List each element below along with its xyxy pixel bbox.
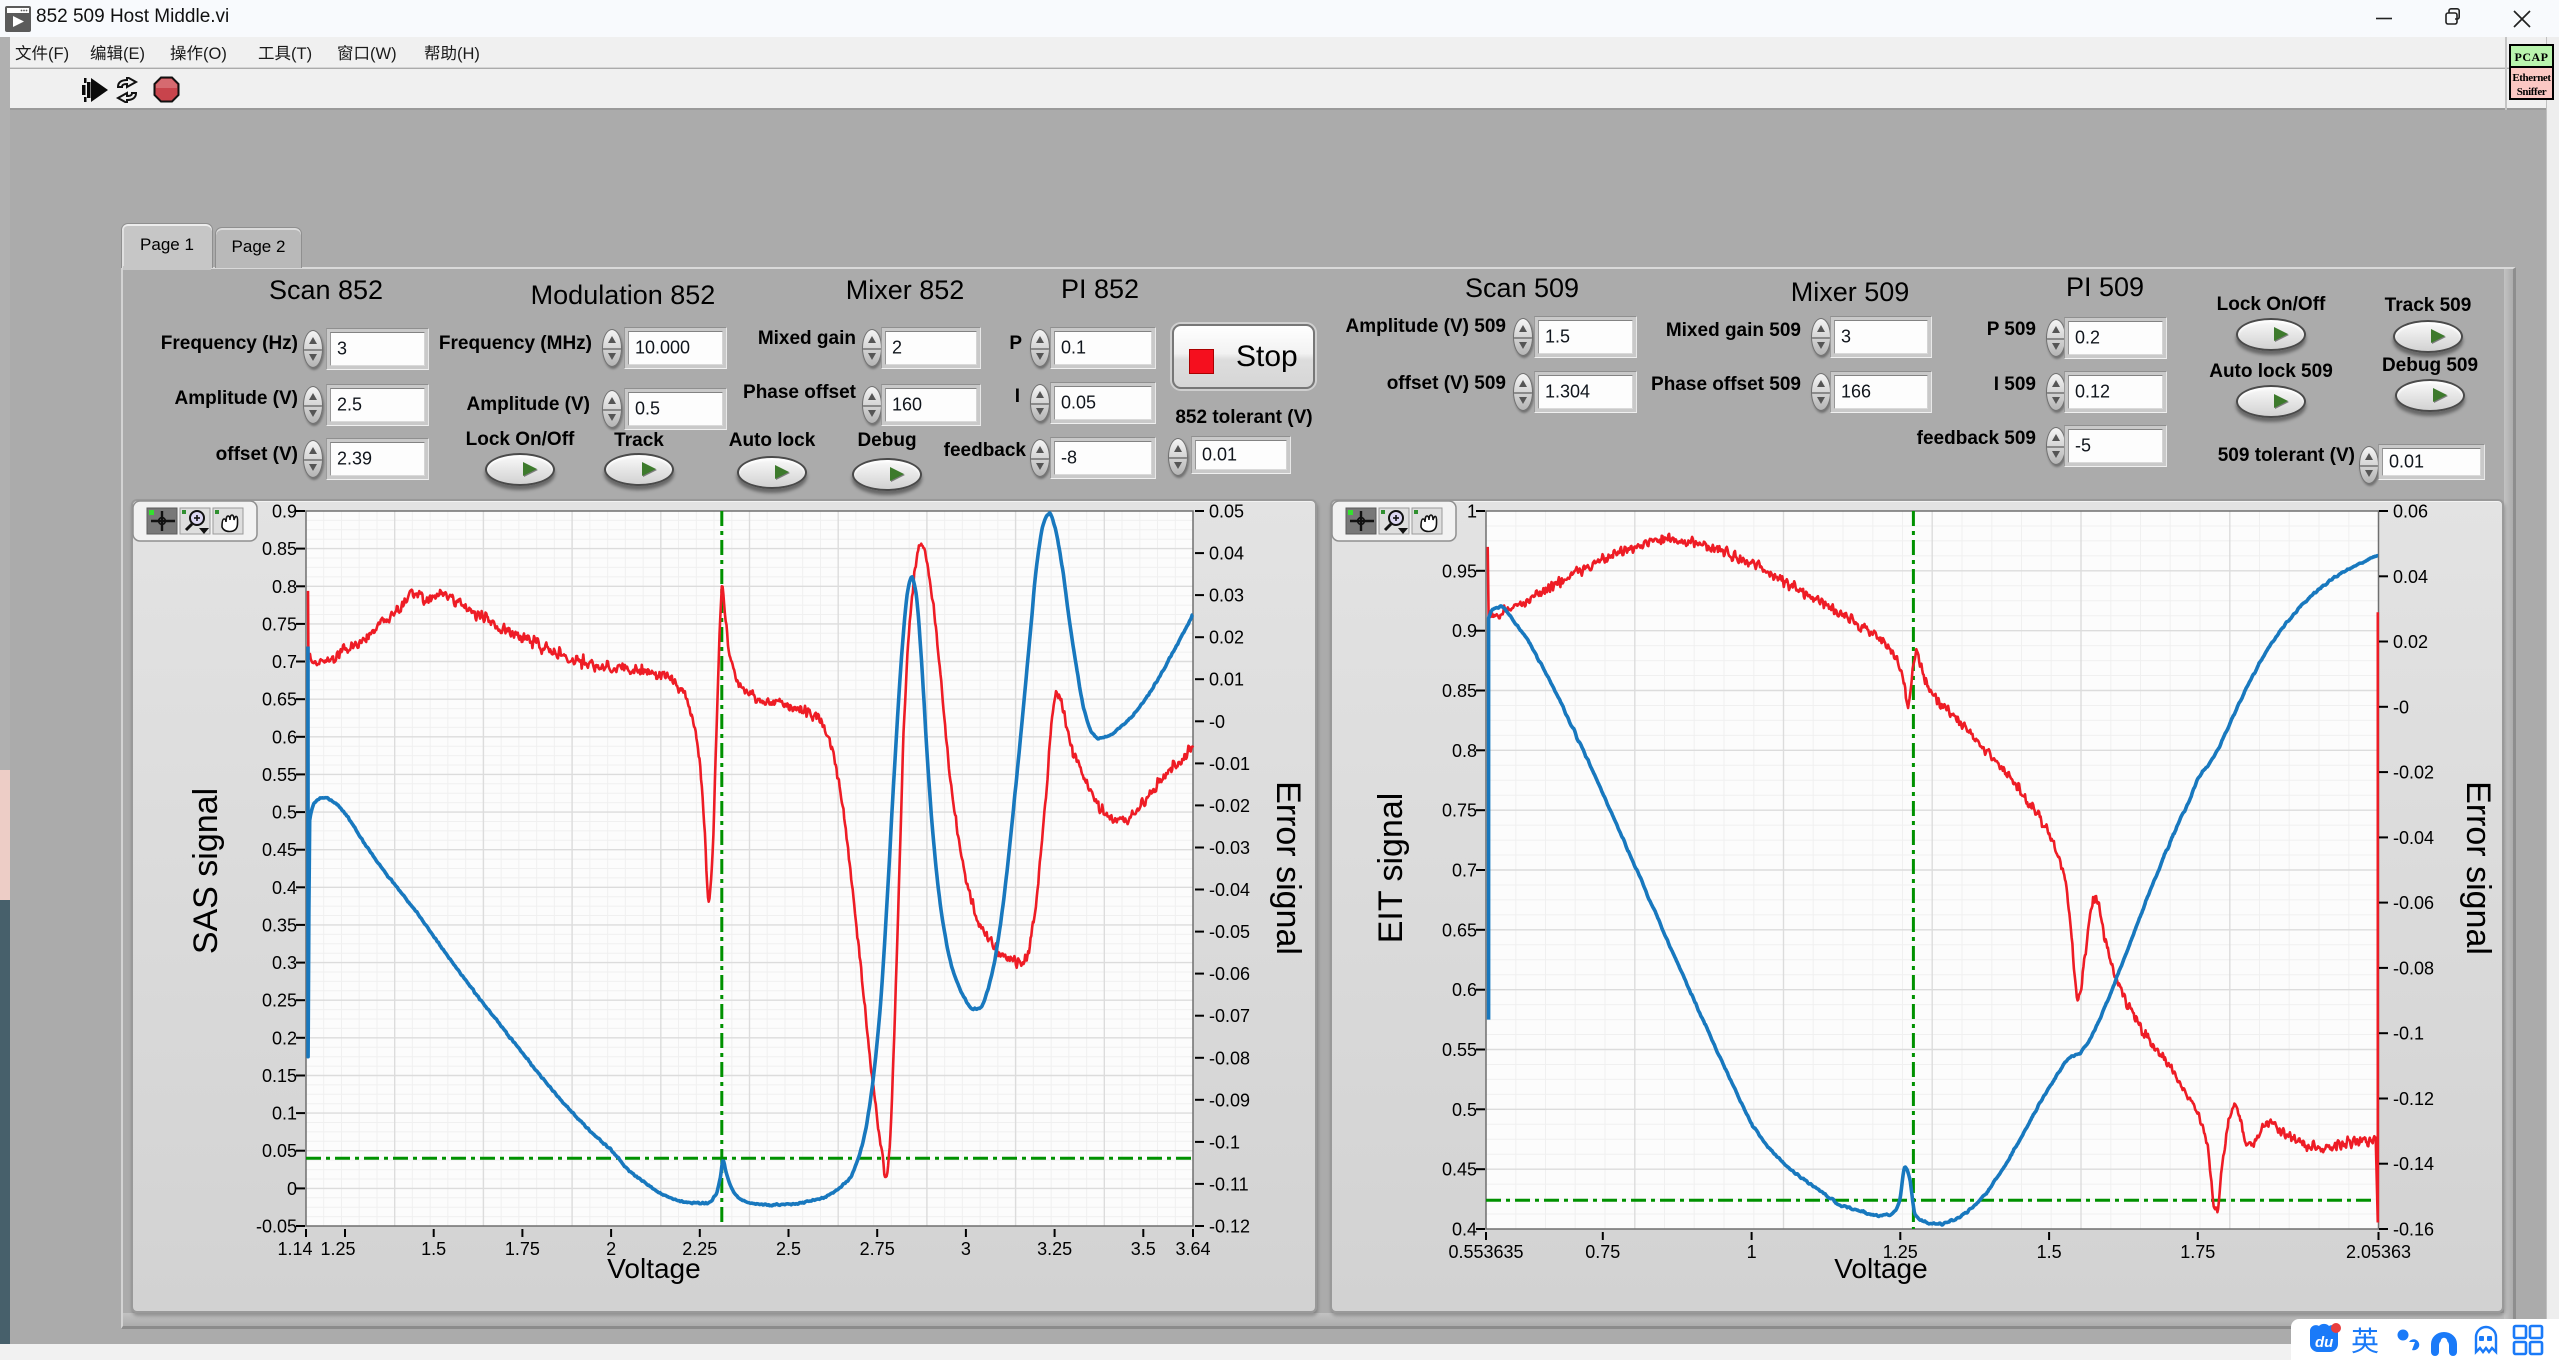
svg-text:0.15: 0.15 [262, 1066, 297, 1086]
svg-text:3.5: 3.5 [1131, 1239, 1156, 1259]
svg-text:-0.1: -0.1 [1209, 1132, 1240, 1152]
svg-text:-0.16: -0.16 [2393, 1220, 2434, 1240]
svg-text:-0.06: -0.06 [2393, 893, 2434, 913]
svg-text:0.75: 0.75 [1585, 1242, 1620, 1262]
svg-text:0.05: 0.05 [1209, 502, 1244, 522]
svg-text:-0.04: -0.04 [1209, 880, 1250, 900]
svg-text:0.04: 0.04 [1209, 544, 1244, 564]
svg-text:-0.1: -0.1 [2393, 1024, 2424, 1044]
svg-text:0.7: 0.7 [272, 652, 297, 672]
svg-text:0.7: 0.7 [1452, 861, 1477, 881]
svg-text:-0: -0 [2393, 697, 2409, 717]
svg-text:(T): (T) [291, 45, 312, 63]
svg-text:0.9: 0.9 [1452, 621, 1477, 641]
svg-text:Error signal: Error signal [1269, 781, 1307, 955]
svg-text:-0.01: -0.01 [1209, 754, 1250, 774]
svg-text:0.05: 0.05 [262, 1141, 297, 1161]
svg-text:1.25: 1.25 [320, 1239, 355, 1259]
svg-text:0.45: 0.45 [262, 840, 297, 860]
svg-text:-0.06: -0.06 [1209, 964, 1250, 984]
svg-text:2.75: 2.75 [860, 1239, 895, 1259]
svg-text:Voltage: Voltage [1834, 1253, 1927, 1284]
svg-text:2.5: 2.5 [776, 1239, 801, 1259]
svg-text:-0.08: -0.08 [2393, 958, 2434, 978]
svg-text:-0.05: -0.05 [256, 1217, 297, 1237]
svg-text:0: 0 [287, 1179, 297, 1199]
svg-text:1.5: 1.5 [2037, 1242, 2062, 1262]
svg-text:0.1: 0.1 [272, 1104, 297, 1124]
svg-text:0.95: 0.95 [1442, 561, 1477, 581]
svg-text:-0: -0 [1209, 712, 1225, 732]
svg-text:3.25: 3.25 [1037, 1239, 1072, 1259]
svg-text:0.06: 0.06 [2393, 502, 2428, 522]
svg-text:-0.12: -0.12 [2393, 1089, 2434, 1109]
svg-text:Error signal: Error signal [2459, 781, 2497, 955]
svg-text:0.01: 0.01 [1209, 670, 1244, 690]
svg-text:2.05363: 2.05363 [2346, 1242, 2411, 1262]
svg-text:(E): (E) [123, 45, 145, 63]
svg-text:3: 3 [961, 1239, 971, 1259]
svg-text:0.4: 0.4 [272, 878, 297, 898]
svg-text:(H): (H) [457, 45, 480, 63]
svg-text:1.75: 1.75 [2180, 1242, 2215, 1262]
svg-text:0.8: 0.8 [272, 577, 297, 597]
svg-text:-0.05: -0.05 [1209, 922, 1250, 942]
svg-text:-0.14: -0.14 [2393, 1154, 2434, 1174]
svg-text:-0.02: -0.02 [2393, 763, 2434, 783]
svg-text:0.25: 0.25 [262, 991, 297, 1011]
svg-text:1.14: 1.14 [277, 1239, 312, 1259]
svg-text:(F): (F) [48, 45, 69, 63]
svg-text:0.03: 0.03 [1209, 586, 1244, 606]
svg-text:-0.12: -0.12 [1209, 1217, 1250, 1237]
svg-text:0.75: 0.75 [262, 614, 297, 634]
svg-text:1: 1 [1747, 1242, 1757, 1262]
svg-text:0.8: 0.8 [1452, 741, 1477, 761]
svg-text:-0.11: -0.11 [1209, 1174, 1249, 1194]
svg-text:(O): (O) [203, 45, 227, 63]
svg-text:0.2: 0.2 [272, 1028, 297, 1048]
svg-text:-0.02: -0.02 [1209, 796, 1250, 816]
svg-text:0.45: 0.45 [1442, 1160, 1477, 1180]
svg-text:0.02: 0.02 [1209, 628, 1244, 648]
svg-text:-0.07: -0.07 [1209, 1006, 1250, 1026]
svg-text:-0.03: -0.03 [1209, 838, 1250, 858]
svg-text:0.65: 0.65 [1442, 920, 1477, 940]
svg-text:du: du [2315, 1334, 2333, 1351]
svg-text:0.85: 0.85 [262, 539, 297, 559]
svg-text:0.55: 0.55 [1442, 1040, 1477, 1060]
svg-text:Voltage: Voltage [607, 1253, 700, 1284]
svg-text:0.553635: 0.553635 [1448, 1242, 1523, 1262]
svg-text:-0.09: -0.09 [1209, 1090, 1250, 1110]
svg-text:-0.08: -0.08 [1209, 1048, 1250, 1068]
svg-text:3.64: 3.64 [1175, 1239, 1210, 1259]
svg-text:0.85: 0.85 [1442, 681, 1477, 701]
svg-text:0.04: 0.04 [2393, 567, 2428, 587]
svg-text:SAS signal: SAS signal [187, 788, 225, 954]
svg-text:0.75: 0.75 [1442, 801, 1477, 821]
svg-text:(W): (W) [370, 45, 397, 63]
svg-text:0.9: 0.9 [272, 502, 297, 522]
svg-text:0.55: 0.55 [262, 765, 297, 785]
svg-text:0.3: 0.3 [272, 953, 297, 973]
svg-text:-0.04: -0.04 [2393, 828, 2434, 848]
svg-text:1: 1 [1467, 502, 1477, 522]
svg-text:0.65: 0.65 [262, 690, 297, 710]
svg-text:0.4: 0.4 [1452, 1220, 1477, 1240]
svg-text:0.02: 0.02 [2393, 632, 2428, 652]
svg-text:0.5: 0.5 [272, 803, 297, 823]
svg-text:EIT signal: EIT signal [1372, 793, 1410, 944]
svg-text:0.35: 0.35 [262, 915, 297, 935]
svg-text:0.6: 0.6 [1452, 980, 1477, 1000]
svg-text:0.5: 0.5 [1452, 1100, 1477, 1120]
svg-text:0.6: 0.6 [272, 727, 297, 747]
svg-text:1.5: 1.5 [421, 1239, 446, 1259]
svg-text:1.75: 1.75 [505, 1239, 540, 1259]
